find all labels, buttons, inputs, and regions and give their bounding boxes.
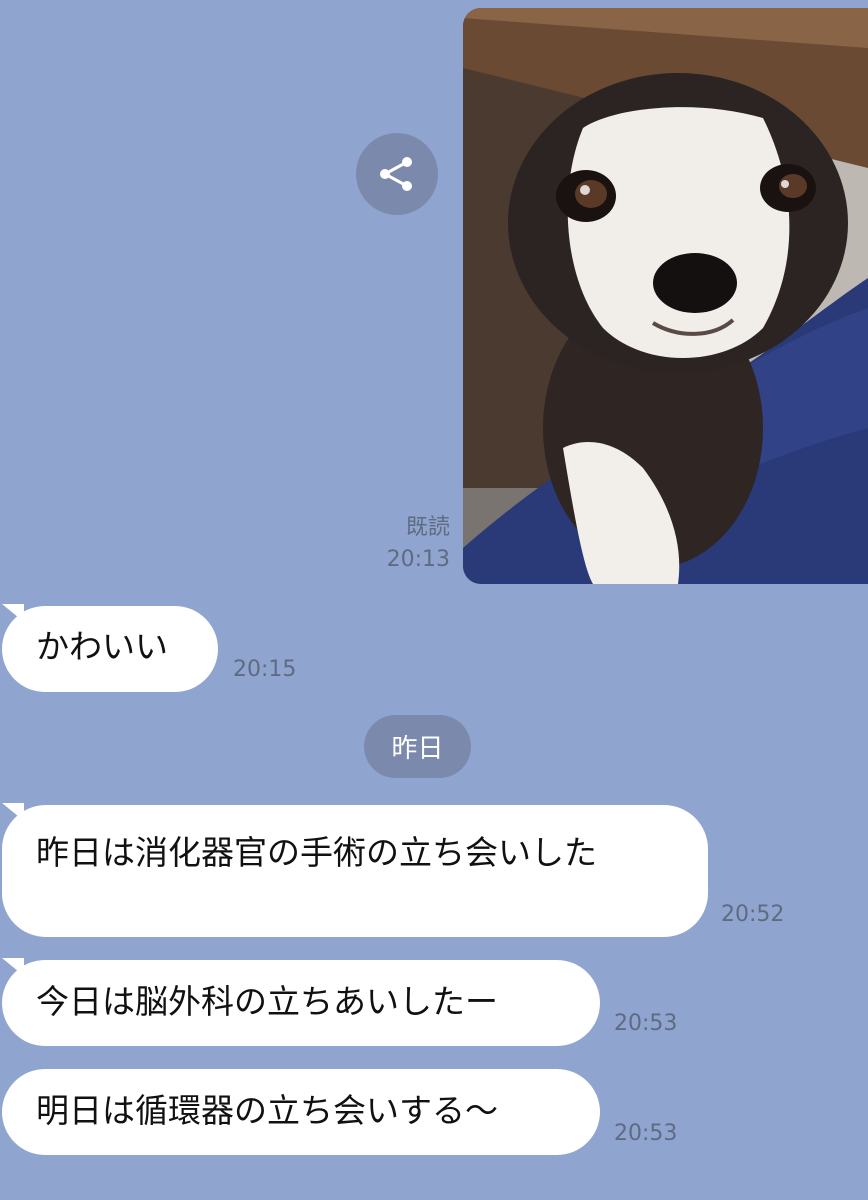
message-bubble[interactable]: 今日は脳外科の立ちあいしたー — [2, 960, 600, 1046]
share-icon — [380, 157, 412, 191]
sent-photo[interactable] — [463, 8, 868, 584]
message-bubble[interactable]: 明日は循環器の立ち会いする〜 — [2, 1069, 600, 1155]
message-bubble[interactable]: かわいい — [2, 606, 218, 692]
sent-message-meta: 既読 20:13 — [380, 512, 450, 576]
dog-photo-image — [463, 8, 868, 584]
share-button[interactable] — [356, 133, 438, 215]
read-receipt: 既読 — [405, 515, 450, 540]
message-time: 20:53 — [614, 1011, 678, 1036]
message-text: 今日は脳外科の立ちあいしたー — [36, 982, 498, 1021]
message-time: 20:53 — [614, 1121, 678, 1146]
message-bubble[interactable]: 昨日は消化器官の手術の立ち会いした — [2, 805, 708, 937]
date-separator: 昨日 — [364, 715, 471, 778]
message-time: 20:52 — [721, 902, 785, 927]
message-time: 20:15 — [233, 657, 297, 682]
message-text: かわいい — [36, 627, 168, 666]
message-text: 昨日は消化器官の手術の立ち会いした — [36, 833, 597, 872]
message-text: 明日は循環器の立ち会いする〜 — [36, 1091, 498, 1130]
sent-time: 20:13 — [386, 547, 450, 572]
